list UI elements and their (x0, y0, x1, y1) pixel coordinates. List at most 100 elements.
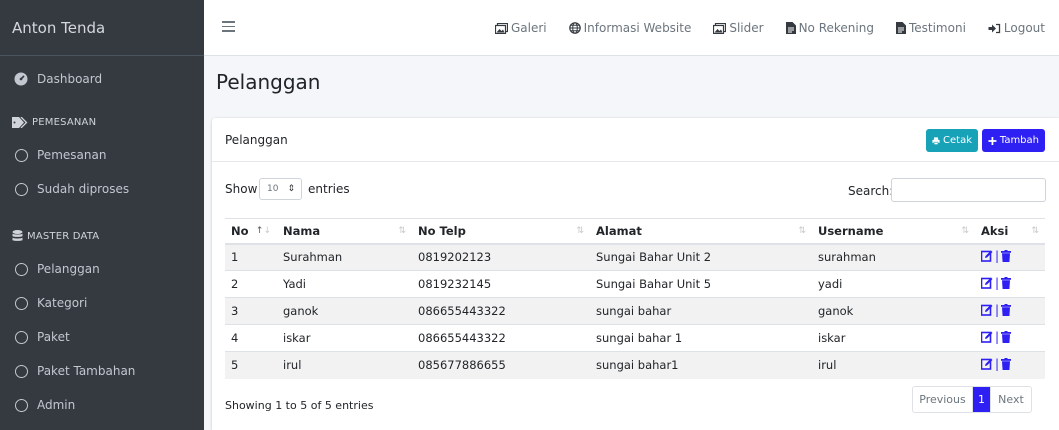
search-input[interactable] (891, 178, 1046, 202)
cell-username: iskar (812, 324, 975, 352)
table-controls: Show 10 ⇕ entries Search: (225, 178, 1046, 204)
sort-icon: ⇅ (961, 226, 969, 236)
table-row: 1 Surahman 0819202123 Sungai Bahar Unit 2 su… (225, 243, 1045, 271)
edit-icon[interactable] (981, 358, 993, 371)
column-header-aksi[interactable]: Aksi ⇅ (975, 218, 1045, 245)
nav-link-slider[interactable]: Slider (713, 21, 764, 35)
column-header-no-telp[interactable]: No Telp ⇅ (412, 218, 590, 245)
brand-name[interactable]: Anton Tenda (0, 0, 204, 56)
trash-icon[interactable] (1001, 358, 1012, 371)
file-icon (785, 22, 796, 34)
trash-icon[interactable] (1001, 250, 1012, 263)
entries-length-select[interactable]: 10 ⇕ (259, 178, 302, 200)
edit-icon[interactable] (981, 304, 993, 316)
sidebar-item-pemesanan[interactable]: Pemesanan (0, 138, 204, 172)
cell-no-telp: 085677886655 (412, 351, 590, 379)
cell-no: 3 (225, 297, 277, 325)
database-icon (12, 230, 23, 242)
sort-icon: ⇅ (398, 226, 406, 236)
nav-link-label: No Rekening (798, 21, 874, 35)
cell-aksi: | (975, 243, 1045, 271)
column-header-alamat[interactable]: Alamat ⇅ (590, 218, 812, 245)
cell-nama: irul (277, 351, 412, 379)
page-1-button[interactable]: 1 (973, 387, 990, 412)
sidebar-item-label: Admin (37, 398, 76, 412)
cell-nama: Surahman (277, 243, 412, 271)
dashboard-icon (14, 72, 28, 86)
print-icon (932, 136, 940, 145)
sidebar-item-dashboard[interactable]: Dashboard (0, 62, 204, 96)
search-label: Search: (848, 184, 894, 198)
sidebar-item-admin[interactable]: Admin (0, 388, 204, 422)
sidebar-item-pelanggan[interactable]: Pelanggan (0, 252, 204, 286)
column-header-nama[interactable]: Nama ⇅ (277, 218, 412, 245)
menu-toggle-icon[interactable] (222, 21, 235, 32)
cell-alamat: sungai bahar1 (590, 351, 812, 379)
cell-no-telp: 086655443322 (412, 324, 590, 352)
tambah-button[interactable]: Tambah (982, 129, 1045, 152)
sidebar-item-label: Paket Tambahan (37, 364, 136, 378)
nav-link-label: Testimoni (908, 21, 966, 35)
file-icon (895, 22, 906, 34)
entries-length-value: 10 (267, 184, 279, 194)
nav-link-no-rekening[interactable]: No Rekening (785, 21, 874, 35)
pelanggan-card: Pelanggan Cetak Tambah Show 10 ⇕ entries… (212, 118, 1059, 430)
entries-label: entries (308, 182, 350, 196)
edit-icon[interactable] (981, 331, 993, 343)
cell-aksi: | (975, 324, 1045, 352)
page-title: Pelanggan (216, 70, 321, 94)
trash-icon[interactable] (1001, 277, 1012, 289)
cell-alamat: sungai bahar (590, 297, 812, 325)
cell-no-telp: 0819202123 (412, 243, 590, 271)
cetak-button[interactable]: Cetak (926, 129, 978, 152)
cell-no: 2 (225, 270, 277, 298)
card-title: Pelanggan (225, 133, 288, 147)
sidebar-item-paket-tambahan[interactable]: Paket Tambahan (0, 354, 204, 388)
nav-link-testimoni[interactable]: Testimoni (895, 21, 966, 35)
trash-icon[interactable] (1001, 304, 1012, 316)
sidebar-item-label: Sudah diproses (37, 182, 130, 196)
next-button[interactable]: Next (990, 387, 1031, 412)
previous-button[interactable]: Previous (913, 387, 973, 412)
cell-no-telp: 086655443322 (412, 297, 590, 325)
edit-icon[interactable] (981, 250, 993, 263)
cell-no: 4 (225, 324, 277, 352)
tags-icon (12, 116, 28, 128)
sidebar-item-label: Pemesanan (37, 148, 107, 162)
sort-icon: ⇅ (1031, 226, 1039, 236)
pagination: Previous 1 Next (912, 386, 1032, 413)
cell-no: 5 (225, 351, 277, 379)
edit-icon[interactable] (981, 277, 993, 289)
nav-link-label: Informasi Website (583, 21, 692, 35)
sidebar-item-label: Pelanggan (37, 262, 100, 276)
circle-icon (14, 262, 28, 276)
globe-icon (568, 22, 581, 34)
column-header-username[interactable]: Username ⇅ (812, 218, 975, 245)
table-row: 4 iskar 086655443322 sungai bahar 1 iskar | (225, 324, 1045, 352)
nav-link-label: Logout (1003, 21, 1045, 35)
section-label: PEMESANAN (32, 116, 97, 128)
section-master-data: MASTER DATA (0, 220, 204, 252)
action-separator: | (995, 249, 1000, 264)
nav-link-informasi-website[interactable]: Informasi Website (568, 21, 692, 35)
sidebar-item-kategori[interactable]: Kategori (0, 286, 204, 320)
action-separator: | (995, 357, 1000, 372)
circle-icon (14, 148, 28, 162)
action-separator: | (995, 276, 1000, 290)
select-arrows-icon: ⇕ (287, 184, 295, 194)
cell-username: surahman (812, 243, 975, 271)
cell-no: 1 (225, 243, 277, 271)
cell-username: ganok (812, 297, 975, 325)
nav-link-galeri[interactable]: Galeri (495, 21, 547, 35)
circle-icon (14, 398, 28, 412)
sidebar: Anton Tenda Dashboard PEMESANAN Pemesana… (0, 0, 204, 430)
cell-aksi: | (975, 270, 1045, 298)
sidebar-item-sudah-diproses[interactable]: Sudah diproses (0, 172, 204, 206)
trash-icon[interactable] (1001, 331, 1012, 343)
column-header-no[interactable]: No ↑↓ (225, 218, 277, 245)
circle-icon (14, 364, 28, 378)
sidebar-item-paket[interactable]: Paket (0, 320, 204, 354)
nav-link-logout[interactable]: Logout (988, 21, 1045, 35)
table-row: 3 ganok 086655443322 sungai bahar ganok | (225, 297, 1045, 325)
action-separator: | (995, 303, 1000, 317)
